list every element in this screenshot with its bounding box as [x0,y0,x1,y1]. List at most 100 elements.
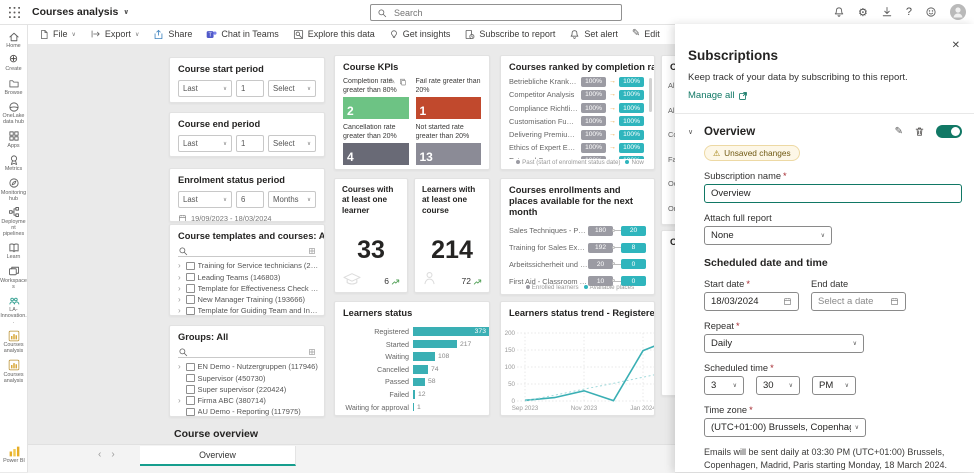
checkbox[interactable] [186,262,195,271]
calendar-icon[interactable] [783,297,792,306]
slicer-number-input[interactable]: 6 [236,191,264,208]
list-item[interactable]: ›Leading Teams (146803) [170,271,324,282]
expand-caret-icon[interactable]: › [178,295,183,304]
slicer-number-input[interactable]: 1 [236,135,264,152]
sidebar-item-courses-analysis[interactable]: Courses analysis [0,329,28,355]
sidebar-item-courses-analysis[interactable]: Courses analysis [0,359,28,385]
manage-all-link[interactable]: Manage all [688,90,962,101]
sidebar-item-workspaces[interactable]: Workspaces [0,265,28,291]
edit-pencil-icon[interactable]: ✎ [389,78,396,86]
toolbar-item-file[interactable]: File∨ [32,29,83,40]
notifications-bell-icon[interactable] [833,6,845,18]
sidebar-item-power-bi[interactable]: Power BI [0,445,28,465]
expand-caret-icon[interactable]: › [178,284,183,293]
chevron-down-icon: ∨ [72,31,76,38]
toolbar-item-share[interactable]: Share [146,29,199,40]
checkbox[interactable] [186,295,195,304]
start-date-input[interactable]: 18/03/2024 [704,292,799,311]
sidebar-item-learn[interactable]: Learn [0,241,28,261]
toolbar-item-set-alert[interactable]: Set alert [562,29,625,40]
sidebar-item-onelake-data-hub[interactable]: OneLake data hub [0,100,28,126]
global-search[interactable] [370,4,622,21]
slicer-unit-dropdown[interactable]: Select∨ [268,135,316,152]
toolbar-item-get-insights[interactable]: Get insights [382,29,458,40]
sidebar-item-apps[interactable]: Apps [0,130,28,150]
slicer-unit-dropdown[interactable]: Months∨ [268,191,316,208]
scrollbar[interactable] [649,78,652,112]
checkbox[interactable] [186,307,195,316]
checkbox[interactable] [186,385,195,394]
list-item[interactable]: ›Firma ABC (380714) [170,395,324,406]
search-input[interactable] [392,7,615,19]
slicer-number-input[interactable]: 1 [236,80,264,97]
checkbox[interactable] [186,273,195,282]
slicer-search[interactable] [178,245,316,257]
expand-caret-icon[interactable]: › [178,396,183,405]
expand-caret-icon[interactable]: › [178,273,183,282]
tab-scroll-left-icon[interactable]: ‹ [98,449,101,460]
toolbar-item-edit[interactable]: ✎Edit [625,29,667,39]
app-launcher-waffle-icon[interactable] [0,7,28,18]
subscription-enabled-toggle[interactable] [936,125,962,138]
sidebar-item-browse[interactable]: Browse [0,77,28,97]
sidebar-item-create[interactable]: ⊕Create [0,53,28,73]
sidebar-item-home[interactable]: Home [0,30,28,50]
list-item[interactable]: AU Demo - Reporting (117975) [170,406,324,417]
list-item[interactable]: ›EN Demo - Nutzergruppen (117946) [170,361,324,372]
slicer-search[interactable] [178,346,316,358]
trash-icon[interactable] [914,126,925,137]
tab-scroll-right-icon[interactable]: › [111,449,114,460]
sidebar-item-metrics[interactable]: Metrics [0,153,28,173]
slicer-unit-dropdown[interactable]: Select∨ [268,80,316,97]
list-item[interactable]: ›Training for Service technicians (29172… [170,260,324,271]
sidebar-item-monitoring-hub[interactable]: Monitoring hub [0,177,28,203]
list-item[interactable]: Supervisor (450730) [170,372,324,383]
minute-select[interactable]: 30∨ [756,376,800,395]
copy-icon[interactable] [399,78,407,86]
feedback-icon[interactable] [925,6,937,18]
enrolled-badge: 192 [588,243,613,253]
user-avatar[interactable] [950,4,966,20]
sidebar-item-deployment-pipelines[interactable]: Deployment pipelines [0,206,28,238]
expand-caret-icon[interactable]: › [178,306,183,315]
slicer-options-icon[interactable] [308,247,316,255]
list-item[interactable]: ›Template for Guiding Team and Indivi... [170,305,324,316]
meridiem-select[interactable]: PM∨ [812,376,856,395]
checkbox[interactable] [186,284,195,293]
chevron-down-icon[interactable]: ∨ [688,128,704,136]
calendar-icon[interactable] [890,297,899,306]
end-date-input[interactable]: Select a date [811,292,906,311]
timezone-select[interactable]: (UTC+01:00) Brussels, Copenhagen, Ma∨ [704,418,866,437]
tab-overview[interactable]: Overview [140,446,296,466]
list-item[interactable]: Super supervisor (220424) [170,384,324,395]
sidebar-item-la-innovation[interactable]: LA-Innovation.. [0,294,28,326]
toolbar-item-chat-in-teams[interactable]: TChat in Teams [199,29,285,40]
list-item[interactable]: ›Template for Effectiveness Check Cour..… [170,283,324,294]
expand-caret-icon[interactable]: › [178,261,183,270]
sidebar-item-label: Monitoring hub [0,191,27,203]
download-icon[interactable] [881,6,893,18]
subscription-name-input[interactable] [704,184,962,203]
list-item[interactable]: ›New Manager Training (193666) [170,294,324,305]
hour-select[interactable]: 3∨ [704,376,744,395]
report-title-menu[interactable]: Courses analysis ∨ [28,6,129,18]
expand-caret-icon[interactable]: › [178,362,183,371]
slicer-options-icon[interactable] [308,348,316,356]
checkbox[interactable] [186,374,195,383]
slicer-operator-dropdown[interactable]: Last∨ [178,135,232,152]
slicer-operator-dropdown[interactable]: Last∨ [178,191,232,208]
help-icon[interactable]: ? [906,6,912,18]
toolbar-item-subscribe-to-report[interactable]: Subscribe to report [457,29,562,40]
toolbar-item-export[interactable]: Export∨ [83,29,146,39]
attach-full-report-select[interactable]: None∨ [704,226,832,245]
repeat-select[interactable]: Daily∨ [704,334,864,353]
edit-pencil-icon[interactable]: ✎ [895,127,903,137]
checkbox[interactable] [186,408,195,417]
subscription-section-title[interactable]: Overview [704,126,895,138]
slicer-operator-dropdown[interactable]: Last∨ [178,80,232,97]
checkbox[interactable] [186,363,195,372]
close-icon[interactable]: ✕ [952,40,960,51]
toolbar-item-explore-this-data[interactable]: Explore this data [286,29,382,40]
checkbox[interactable] [186,396,195,405]
settings-gear-icon[interactable]: ⚙ [858,6,868,19]
